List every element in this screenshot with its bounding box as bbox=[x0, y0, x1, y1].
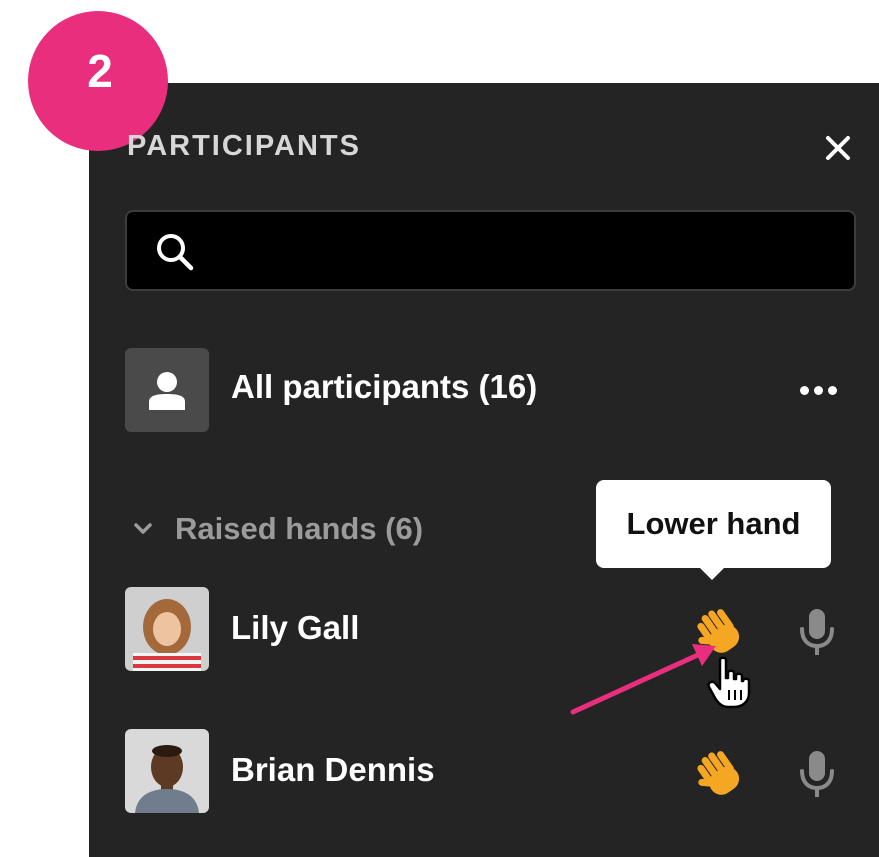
participant-name: Brian Dennis bbox=[231, 751, 435, 788]
all-participants-label[interactable]: All participants (16) bbox=[231, 368, 537, 406]
tooltip-arrow bbox=[698, 566, 726, 580]
raised-hand-icon bbox=[697, 609, 740, 653]
person-icon bbox=[149, 372, 185, 410]
lower-hand-button[interactable] bbox=[694, 745, 750, 801]
more-options-icon bbox=[799, 385, 809, 395]
microphone-button[interactable] bbox=[796, 607, 838, 657]
close-button[interactable] bbox=[818, 130, 858, 166]
raised-hand-icon bbox=[697, 751, 740, 795]
search-input[interactable] bbox=[207, 226, 831, 278]
panel-title: PARTICIPANTS bbox=[127, 130, 361, 162]
raised-hands-label: Raised hands (6) bbox=[175, 511, 424, 546]
microphone-icon bbox=[800, 609, 834, 655]
avatar-photo bbox=[125, 729, 209, 813]
search-icon bbox=[157, 234, 194, 271]
more-options-button[interactable] bbox=[793, 372, 843, 408]
microphone-icon bbox=[800, 751, 834, 797]
tooltip-text: Lower hand bbox=[626, 506, 801, 541]
avatar-photo bbox=[125, 587, 209, 671]
participant-name: Lily Gall bbox=[231, 609, 360, 646]
lower-hand-button[interactable] bbox=[694, 603, 750, 659]
participant-avatar bbox=[125, 729, 209, 813]
raised-hands-section-header[interactable]: Raised hands (6) bbox=[134, 509, 423, 549]
close-icon bbox=[826, 136, 850, 160]
search-box[interactable] bbox=[125, 210, 856, 291]
microphone-button[interactable] bbox=[796, 749, 838, 799]
lower-hand-tooltip: Lower hand bbox=[596, 480, 831, 568]
step-number: 2 bbox=[87, 45, 113, 97]
participant-avatar bbox=[125, 587, 209, 671]
chevron-down-icon bbox=[134, 523, 152, 534]
all-participants-avatar bbox=[125, 348, 209, 432]
